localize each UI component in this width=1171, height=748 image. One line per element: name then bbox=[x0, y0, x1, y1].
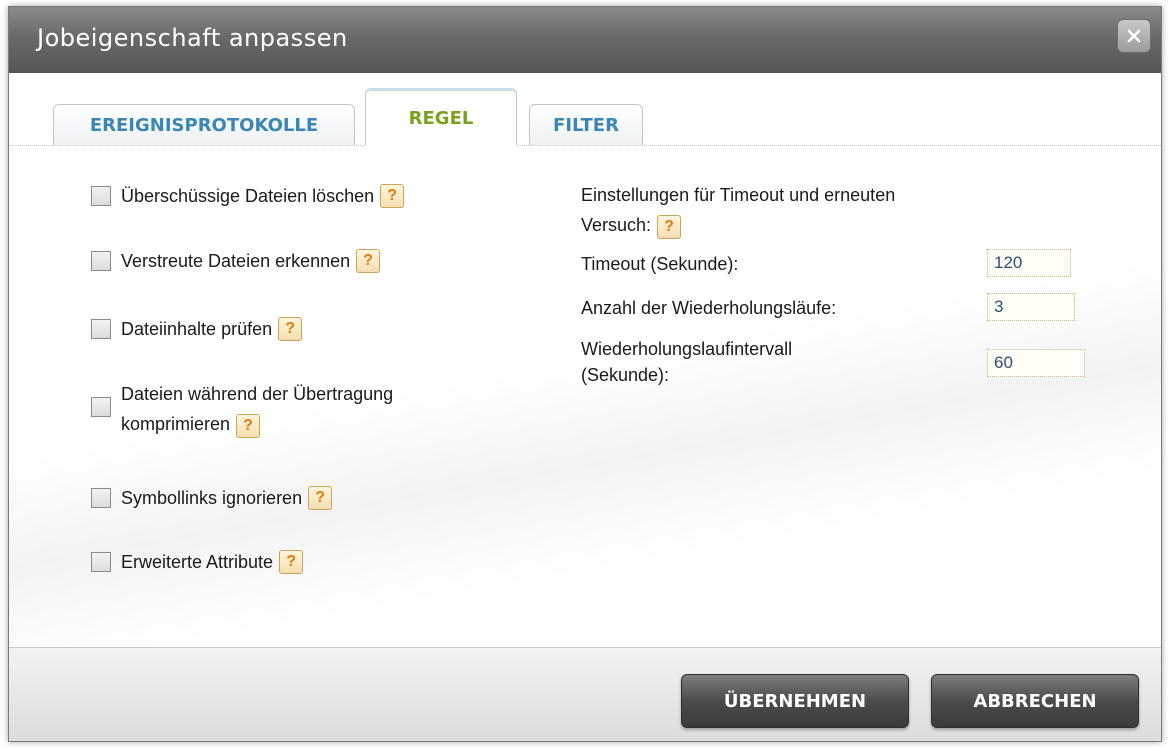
retry-interval-label: Wiederholungslaufintervall (Sekunde): bbox=[581, 336, 792, 388]
option-verify-file-contents: Dateiinhalte prüfen ? bbox=[91, 317, 303, 341]
timeout-retry-heading-line1: Einstellungen für Timeout und erneuten bbox=[581, 185, 896, 205]
option-ignore-symlinks: Symbollinks ignorieren ? bbox=[91, 486, 333, 510]
timeout-label: Timeout (Sekunde): bbox=[581, 254, 739, 274]
extended-attributes-label: Erweiterte Attribute bbox=[121, 551, 274, 572]
option-delete-surplus-files: Überschüssige Dateien löschen ? bbox=[91, 184, 405, 208]
help-icon[interactable]: ? bbox=[279, 550, 304, 574]
job-properties-dialog: Jobeigenschaft anpassen EREIGNISPROTOKOL… bbox=[8, 6, 1162, 742]
tab-strip: EREIGNISPROTOKOLLE REGEL FILTER bbox=[9, 73, 1161, 146]
ignore-symlinks-label: Symbollinks ignorieren bbox=[121, 487, 303, 508]
tab-event-logs[interactable]: EREIGNISPROTOKOLLE bbox=[53, 104, 355, 145]
option-extended-attributes: Erweiterte Attribute ? bbox=[91, 550, 304, 574]
extended-attributes-checkbox[interactable] bbox=[91, 552, 111, 572]
timeout-input[interactable] bbox=[987, 249, 1071, 277]
tab-rule[interactable]: REGEL bbox=[365, 88, 517, 146]
compress-checkbox[interactable] bbox=[91, 397, 111, 417]
cancel-button[interactable]: ABBRECHEN bbox=[931, 674, 1139, 728]
ignore-symlinks-checkbox[interactable] bbox=[91, 488, 111, 508]
delete-surplus-checkbox[interactable] bbox=[91, 186, 111, 206]
help-icon[interactable]: ? bbox=[278, 317, 303, 341]
retry-interval-input[interactable] bbox=[987, 349, 1085, 377]
dialog-footer: ÜBERNEHMEN ABBRECHEN bbox=[9, 647, 1161, 741]
option-detect-sparse-files: Verstreute Dateien erkennen ? bbox=[91, 249, 381, 273]
help-icon[interactable]: ? bbox=[236, 414, 261, 438]
option-compress-during-transfer: Dateien während der Übertragung komprimi… bbox=[91, 379, 393, 439]
help-icon[interactable]: ? bbox=[308, 486, 333, 510]
timeout-retry-heading: Einstellungen für Timeout und erneuten V… bbox=[581, 180, 895, 240]
close-button[interactable] bbox=[1117, 19, 1151, 53]
verify-contents-label: Dateiinhalte prüfen bbox=[121, 318, 273, 339]
close-icon bbox=[1127, 29, 1141, 43]
tab-filter[interactable]: FILTER bbox=[529, 104, 643, 145]
help-icon[interactable]: ? bbox=[380, 184, 405, 208]
rule-panel: Überschüssige Dateien löschen ? Verstreu… bbox=[9, 146, 1161, 646]
apply-button[interactable]: ÜBERNEHMEN bbox=[681, 674, 909, 728]
compress-label-line2: komprimieren bbox=[121, 414, 231, 434]
help-icon[interactable]: ? bbox=[356, 249, 381, 273]
help-icon[interactable]: ? bbox=[657, 215, 682, 239]
timeout-retry-heading-line2: Versuch: bbox=[581, 215, 652, 235]
title-bar: Jobeigenschaft anpassen bbox=[9, 7, 1161, 73]
retry-count-label: Anzahl der Wiederholungsläufe: bbox=[581, 298, 837, 318]
retry-interval-label-line1: Wiederholungslaufintervall bbox=[581, 339, 793, 359]
compress-label-line1: Dateien während der Übertragung bbox=[121, 384, 394, 404]
retry-count-input[interactable] bbox=[987, 293, 1075, 321]
compress-label: Dateien während der Übertragung komprimi… bbox=[121, 379, 393, 439]
detect-sparse-checkbox[interactable] bbox=[91, 251, 111, 271]
retry-interval-label-line2: (Sekunde): bbox=[581, 365, 670, 385]
delete-surplus-label: Überschüssige Dateien löschen bbox=[121, 185, 375, 206]
dialog-title: Jobeigenschaft anpassen bbox=[37, 24, 348, 52]
verify-contents-checkbox[interactable] bbox=[91, 319, 111, 339]
detect-sparse-label: Verstreute Dateien erkennen bbox=[121, 250, 351, 271]
